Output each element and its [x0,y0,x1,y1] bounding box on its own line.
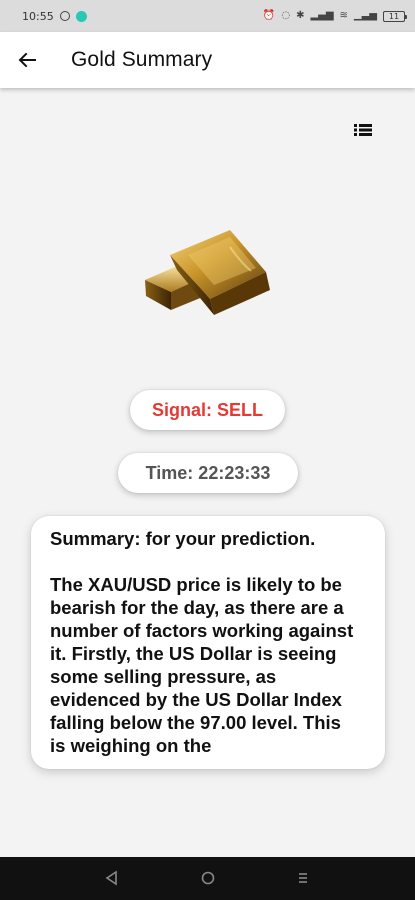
circle-home-icon [201,871,215,885]
status-bar: 10:55 ⏰ ◌ ✱ ▂▄▆ ≋ ▁▃▅ 11 [0,0,415,32]
app-bar: Gold Summary [0,32,415,88]
summary-heading: Summary: for your prediction. [50,528,316,549]
page-title: Gold Summary [71,48,213,71]
lines-recents-icon [299,873,307,883]
signal-label: Signal: SELL [151,399,263,420]
app-notification-icon [75,10,87,22]
status-left: 10:55 [22,10,87,23]
summary-card: Summary: for your prediction. The XAU/US… [31,516,385,769]
cellular-icon: ▁▃▅ [353,10,377,21]
alarm-icon: ⏰ [262,10,276,21]
list-view-button[interactable] [350,118,376,142]
arrow-left-icon [18,52,36,68]
triangle-back-icon [105,870,117,886]
battery-icon: 11 [383,10,407,22]
time-pill: Time: 22:23:33 [118,453,298,493]
status-right: ⏰ ◌ ✱ ▂▄▆ ≋ ▁▃▅ 11 [262,10,407,22]
system-recents-button[interactable] [291,868,315,888]
signal-pill: Signal: SELL [130,390,285,430]
list-icon [354,124,372,136]
signal-icon: ▂▄▆ [310,10,334,21]
vibrate-icon: ◌ [281,10,291,21]
gold-bars-icon [142,224,276,320]
system-home-button[interactable] [196,868,220,888]
system-back-button[interactable] [100,868,124,888]
time-label: Time: 22:23:33 [145,462,271,483]
status-time: 10:55 [22,9,54,23]
back-button[interactable] [11,44,43,76]
wifi-icon: ≋ [339,10,348,21]
bluetooth-icon: ✱ [296,10,305,21]
notification-icon [59,11,70,21]
summary-body: The XAU/USD price is likely to be bearis… [50,574,354,756]
battery-level: 11 [388,11,400,21]
system-navigation-bar [0,857,415,900]
